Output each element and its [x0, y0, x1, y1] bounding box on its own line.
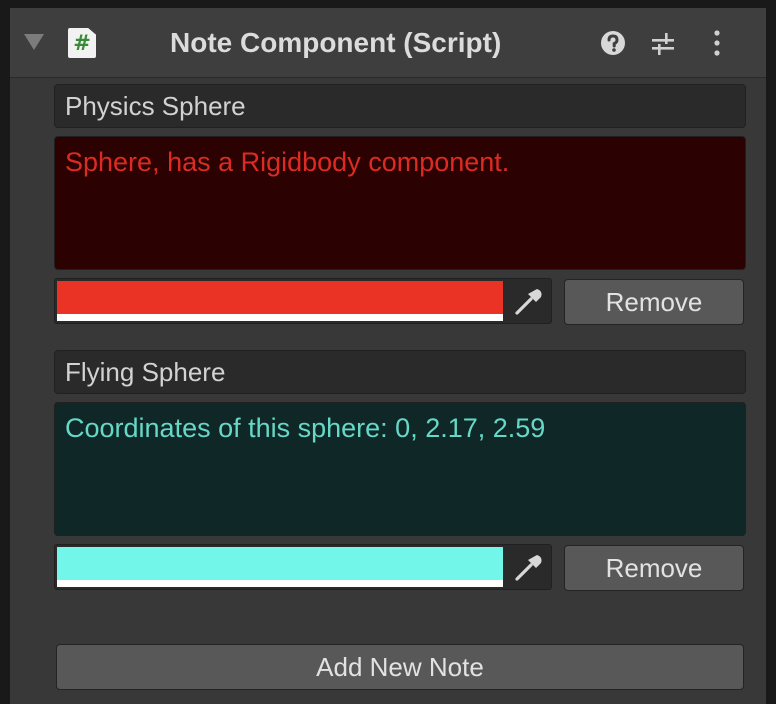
remove-note-button[interactable]: Remove — [564, 545, 744, 591]
note-color-field[interactable] — [54, 544, 552, 590]
note-color-field[interactable] — [54, 278, 552, 324]
alpha-bar — [57, 580, 503, 587]
alpha-bar — [57, 314, 503, 321]
eyedropper-icon[interactable] — [507, 549, 547, 585]
window-top-border — [0, 0, 776, 8]
eyedropper-icon[interactable] — [507, 283, 547, 319]
help-icon[interactable] — [600, 30, 626, 56]
remove-note-button[interactable]: Remove — [564, 279, 744, 325]
note-text-area[interactable]: Coordinates of this sphere: 0, 2.17, 2.5… — [54, 402, 746, 536]
script-file-icon: # — [68, 28, 96, 58]
add-new-note-button[interactable]: Add New Note — [56, 644, 744, 690]
note-component-inspector: # Note Component (Script) Physics Sphere… — [10, 8, 766, 704]
note-name-field[interactable]: Physics Sphere — [54, 84, 746, 128]
kebab-menu-icon[interactable] — [710, 28, 724, 58]
note-name-field[interactable]: Flying Sphere — [54, 350, 746, 394]
note-text-area[interactable]: Sphere, has a Rigidbody component. — [54, 136, 746, 270]
script-icon-glyph: # — [73, 31, 91, 55]
foldout-arrow-icon[interactable] — [24, 34, 44, 50]
component-header[interactable]: # Note Component (Script) — [10, 8, 766, 78]
presets-sliders-icon[interactable] — [650, 30, 676, 56]
color-swatch[interactable] — [57, 281, 503, 314]
component-title: Note Component (Script) — [170, 27, 502, 58]
color-swatch[interactable] — [57, 547, 503, 580]
window-right-border — [766, 0, 776, 704]
window-left-border — [0, 0, 10, 704]
